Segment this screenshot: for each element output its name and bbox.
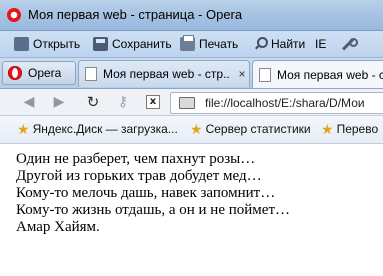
page-icon (85, 67, 97, 81)
bookmark-label: Перево (336, 122, 379, 136)
search-icon (254, 37, 268, 51)
stop-button[interactable]: x (146, 95, 160, 109)
opera-menu-label: Opera (28, 66, 62, 80)
opera-app-icon (7, 8, 21, 22)
poem-line: Кому-то мелочь дашь, навек запомнит… (16, 185, 276, 201)
bookmark-star-icon: ★ (321, 121, 334, 137)
bookmark-star-icon: ★ (17, 121, 30, 137)
window-title: Моя первая web - страница - Opera (28, 7, 243, 22)
poem-line: Кому-то жизнь отдашь, а он и не поймет… (16, 202, 290, 218)
bookmark-item[interactable]: ★ Перево (321, 122, 378, 136)
reload-icon[interactable]: ↻ (84, 93, 102, 111)
save-button[interactable]: Сохранить (93, 35, 172, 53)
bookmark-label: Сервер статистики (205, 122, 311, 136)
address-toolbar: ◀ ▶ ↻ ⚷ x file://localhost/E:/shara/D/Мо… (0, 89, 383, 116)
print-label: Печать (199, 37, 239, 51)
key-icon[interactable]: ⚷ (114, 94, 132, 110)
tab-label: Моя первая web - ст (277, 67, 383, 82)
tab-strip: Opera Моя первая web - стр... × Моя перв… (0, 58, 383, 89)
open-label: Открыть (33, 37, 81, 51)
url-text: file://localhost/E:/shara/D/Мои (205, 96, 365, 110)
opera-menu-button[interactable]: Opera (2, 61, 76, 85)
wrench-icon (340, 37, 358, 51)
print-button[interactable]: Печать (180, 35, 238, 53)
ie-button[interactable]: IE (315, 35, 326, 53)
bookmarks-bar: ★ Яндекс.Диск — загрузка... ★ Сервер ста… (0, 116, 383, 144)
bookmark-label: Яндекс.Диск — загрузка... (32, 122, 178, 136)
back-arrow-icon[interactable]: ◀ (20, 94, 38, 110)
bookmark-item[interactable]: ★ Яндекс.Диск — загрузка... (17, 122, 178, 136)
open-button[interactable]: Открыть (14, 35, 80, 53)
page-icon (259, 67, 271, 82)
title-bar: Моя первая web - страница - Opera (0, 0, 383, 31)
tools-button[interactable] (340, 35, 360, 53)
printer-icon (180, 35, 195, 51)
poem-line: Другой из горьких трав добудет мед… (16, 168, 262, 184)
toolbar: Открыть Сохранить Печать Найти IE (0, 31, 383, 58)
poem-author: Амар Хайям. (16, 219, 100, 235)
local-file-icon (179, 97, 195, 109)
poem-line: Один не разберет, чем пахнут розы… (16, 151, 256, 167)
find-label: Найти (271, 37, 306, 51)
bookmark-star-icon: ★ (190, 121, 203, 137)
opera-logo-icon (8, 66, 22, 80)
forward-arrow-icon[interactable]: ▶ (50, 94, 68, 110)
tab-active[interactable]: Моя первая web - ст (252, 60, 383, 88)
save-disk-icon (93, 37, 108, 51)
open-folder-icon (14, 37, 29, 51)
save-label: Сохранить (112, 37, 172, 51)
bookmark-item[interactable]: ★ Сервер статистики (190, 122, 311, 136)
page-content: Один не разберет, чем пахнут розы… Друго… (0, 144, 383, 276)
poem-text: Один не разберет, чем пахнут розы… Друго… (16, 151, 290, 236)
tab-close-icon[interactable]: × (235, 67, 249, 81)
find-button[interactable]: Найти (254, 35, 305, 53)
ie-label: IE (315, 37, 327, 51)
tab-label: Моя первая web - стр... (103, 67, 229, 81)
address-field[interactable]: file://localhost/E:/shara/D/Мои (170, 92, 383, 114)
tab-inactive[interactable]: Моя первая web - стр... × (78, 60, 250, 87)
